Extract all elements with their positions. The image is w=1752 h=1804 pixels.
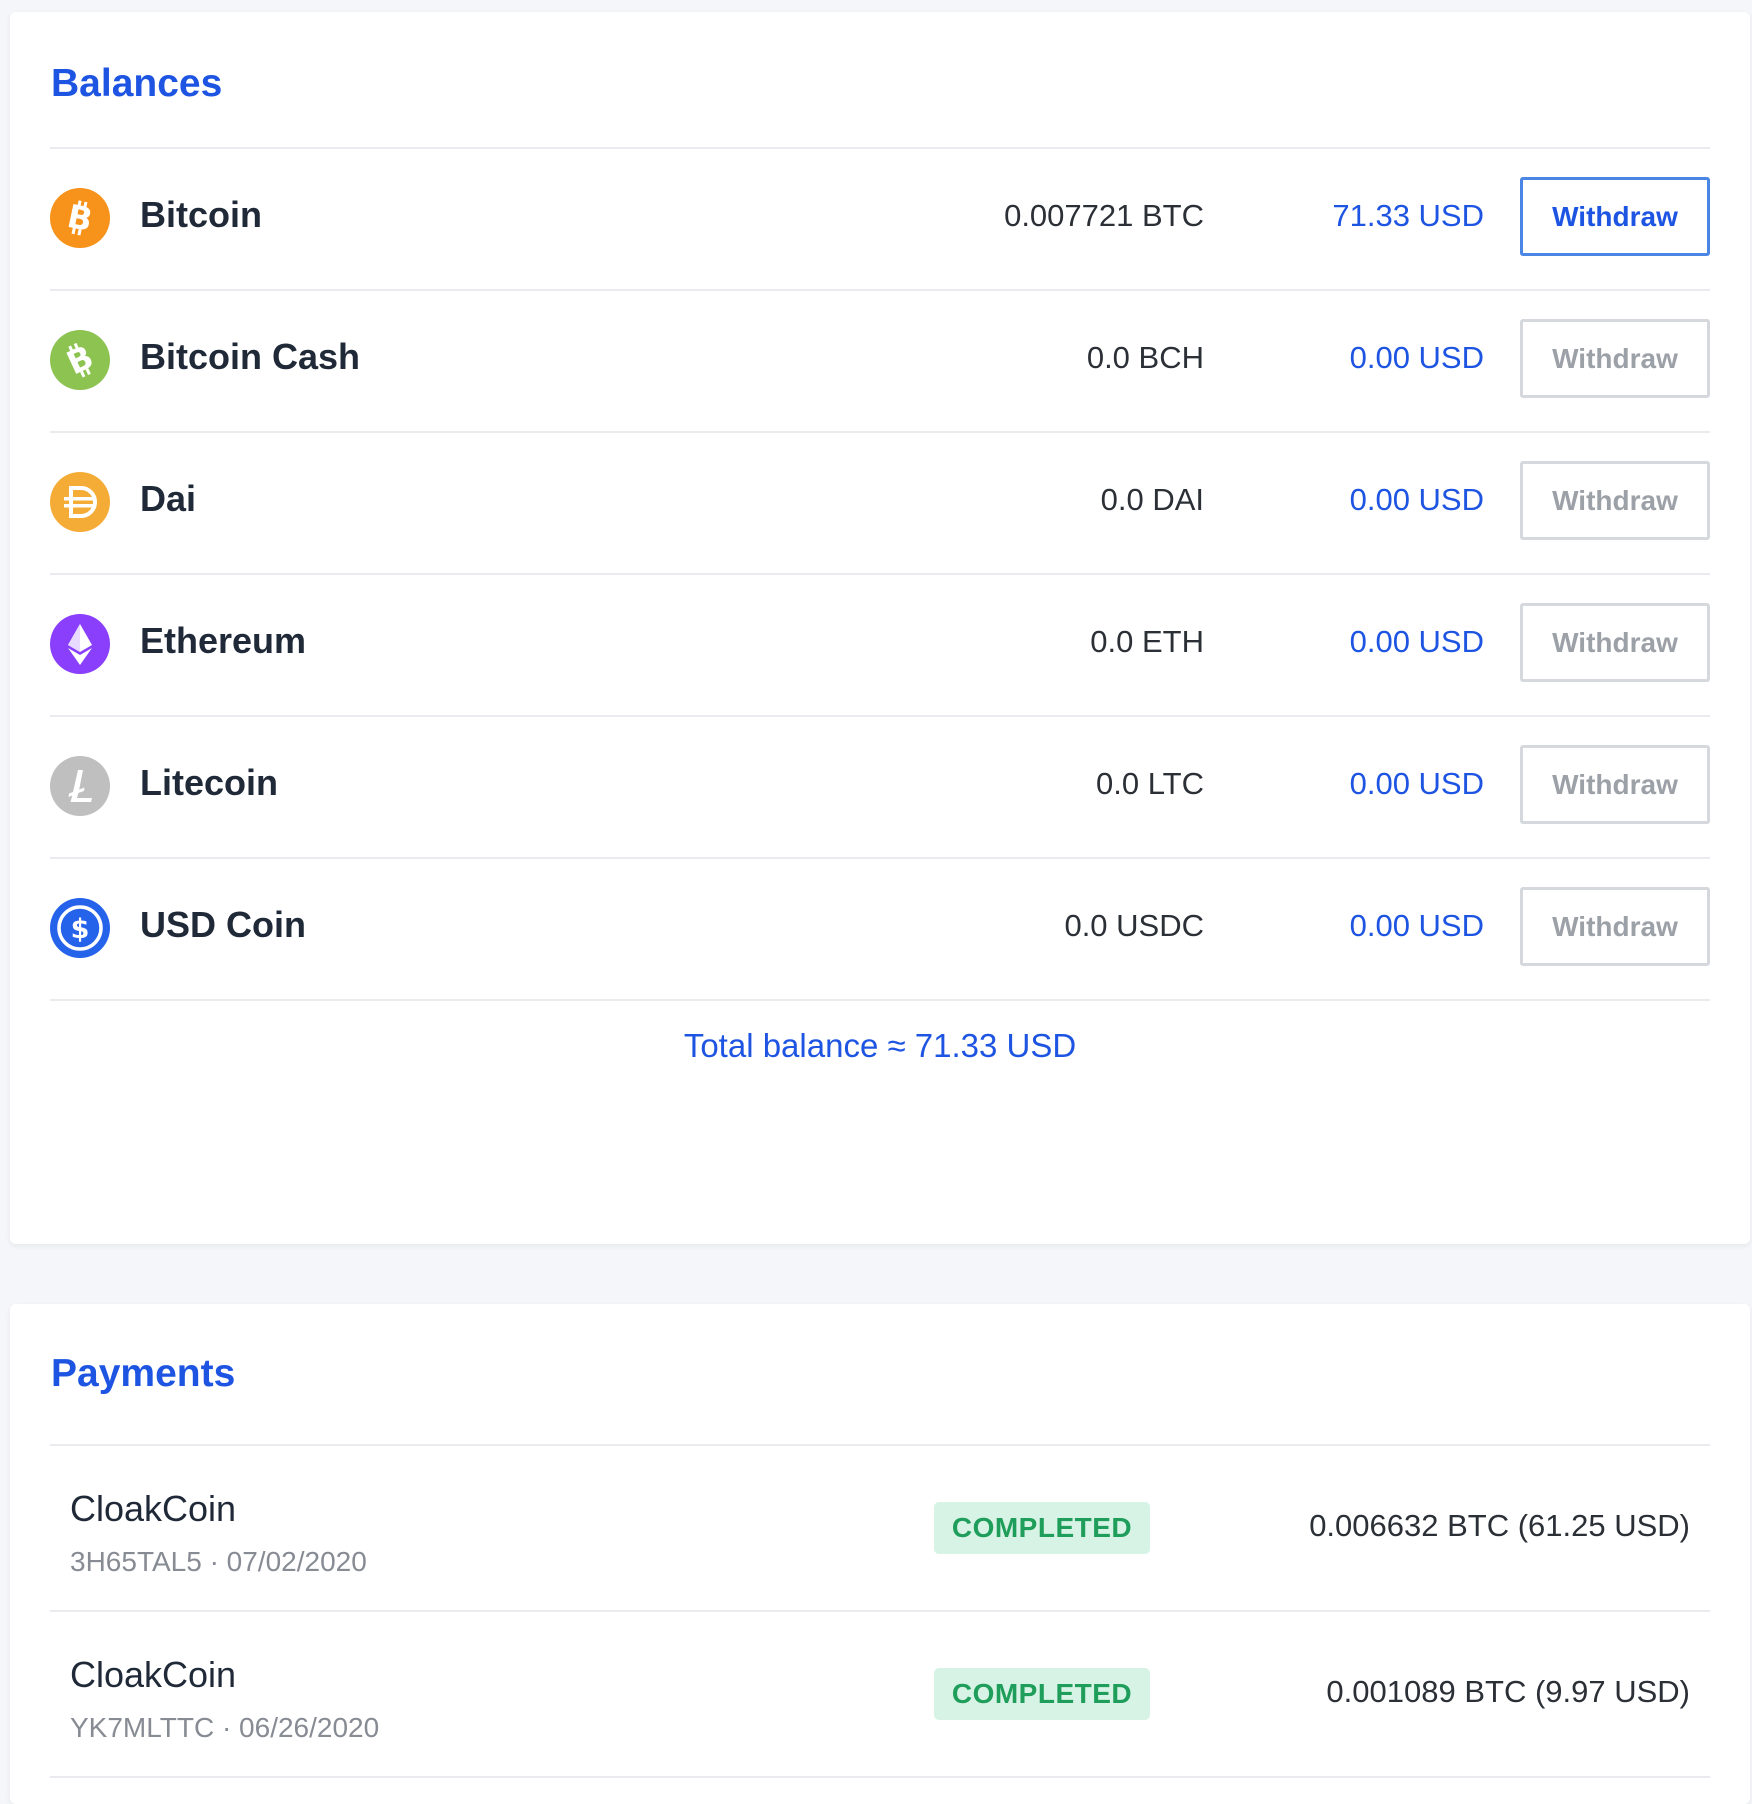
coin-usd-value: 71.33 USD [1332, 198, 1484, 233]
balance-row-bitcoin-cash: B Bitcoin Cash 0.0 BCH 0.00 USD Withdraw [50, 278, 1710, 440]
withdraw-button-ethereum[interactable]: Withdraw [1520, 603, 1710, 682]
coin-usd-value: 0.00 USD [1349, 624, 1484, 659]
payments-title: Payments [51, 1352, 236, 1395]
balances-title: Balances [51, 62, 223, 105]
payments-card: Payments CloakCoin 3H65TAL5 · 07/02/2020… [10, 1304, 1750, 1804]
coin-amount: 0.007721 BTC [1004, 198, 1204, 233]
payment-row[interactable]: CloakCoin YK7MLTTC · 06/26/2020 COMPLETE… [50, 1612, 1710, 1778]
coin-name: Bitcoin Cash [140, 336, 361, 377]
withdraw-button-litecoin[interactable]: Withdraw [1520, 745, 1710, 824]
withdraw-button-bitcoin-cash[interactable]: Withdraw [1520, 319, 1710, 398]
balance-row-dai: Dai 0.0 DAI 0.00 USD Withdraw [50, 420, 1710, 582]
balance-row-bitcoin: B Bitcoin 0.007721 BTC 71.33 USD Withdra… [50, 136, 1710, 298]
payment-meta: YK7MLTTC · 06/26/2020 [70, 1712, 380, 1743]
coin-usd-value: 0.00 USD [1349, 908, 1484, 943]
divider [50, 1776, 1710, 1778]
coin-name: Litecoin [140, 762, 279, 803]
withdraw-button-bitcoin[interactable]: Withdraw [1520, 177, 1710, 256]
balances-card: Balances B Bitcoin 0.007721 BTC 71.33 US… [10, 12, 1750, 1244]
bitcoin-icon: B [50, 188, 110, 248]
payment-merchant: CloakCoin [70, 1488, 237, 1529]
coin-name: Ethereum [140, 620, 307, 661]
divider [50, 999, 1710, 1001]
bitcoin-cash-icon: B [50, 330, 110, 390]
payment-amount: 0.006632 BTC (61.25 USD) [1309, 1508, 1690, 1543]
status-badge: COMPLETED [934, 1502, 1150, 1554]
balance-row-litecoin: Litecoin 0.0 LTC 0.00 USD Withdraw [50, 704, 1710, 866]
payment-merchant: CloakCoin [70, 1654, 237, 1695]
litecoin-icon [50, 756, 110, 816]
coin-name: Dai [140, 478, 197, 519]
withdraw-button-dai[interactable]: Withdraw [1520, 461, 1710, 540]
ethereum-icon [50, 614, 110, 674]
coin-amount: 0.0 LTC [1096, 766, 1204, 801]
payment-row[interactable]: CloakCoin 3H65TAL5 · 07/02/2020 COMPLETE… [50, 1446, 1710, 1612]
withdraw-button-usd-coin[interactable]: Withdraw [1520, 887, 1710, 966]
balance-row-ethereum: Ethereum 0.0 ETH 0.00 USD Withdraw [50, 562, 1710, 724]
coin-name: Bitcoin [140, 194, 262, 235]
coin-name: USD Coin [140, 904, 306, 945]
dai-icon [50, 472, 110, 532]
payment-meta: 3H65TAL5 · 07/02/2020 [70, 1546, 367, 1577]
payment-amount: 0.001089 BTC (9.97 USD) [1326, 1674, 1690, 1709]
status-badge: COMPLETED [934, 1668, 1150, 1720]
usd-coin-icon: $ [50, 898, 110, 958]
coin-amount: 0.0 USDC [1064, 908, 1204, 943]
coin-amount: 0.0 BCH [1086, 340, 1204, 375]
svg-text:$: $ [71, 914, 90, 945]
coin-usd-value: 0.00 USD [1349, 766, 1484, 801]
coin-amount: 0.0 ETH [1090, 624, 1204, 659]
coin-usd-value: 0.00 USD [1349, 482, 1484, 517]
coin-amount: 0.0 DAI [1100, 482, 1204, 517]
balance-row-usd-coin: $ USD Coin 0.0 USDC 0.00 USD Withdraw [50, 846, 1710, 1008]
coin-usd-value: 0.00 USD [1349, 340, 1484, 375]
total-balance: Total balance ≈ 71.33 USD [683, 1027, 1077, 1064]
